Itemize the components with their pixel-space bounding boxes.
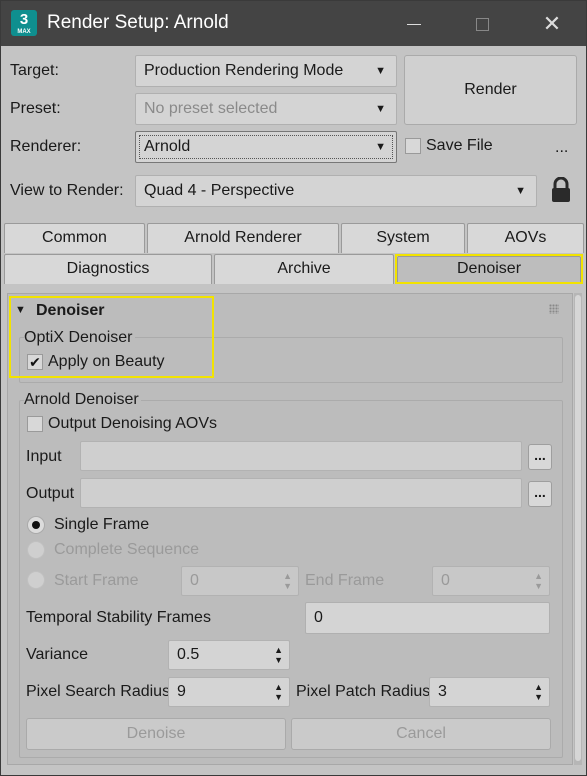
close-icon: ✕ xyxy=(542,11,562,36)
tab-common[interactable]: Common xyxy=(4,223,145,253)
cancel-button[interactable]: Cancel xyxy=(291,718,551,750)
chevron-down-icon: ▼ xyxy=(375,141,386,153)
temporal-stability-label: Temporal Stability Frames xyxy=(26,609,211,626)
target-value: Production Rendering Mode xyxy=(144,62,344,79)
pixel-patch-radius-label: Pixel Patch Radius xyxy=(296,683,431,700)
spinner-arrows-icon: ▲ ▼ xyxy=(283,571,292,591)
scrollbar-thumb[interactable] xyxy=(575,295,581,761)
chevron-down-icon: ▼ xyxy=(375,65,386,77)
focus-outline xyxy=(139,135,393,159)
variance-value: 0.5 xyxy=(177,646,200,663)
view-to-render-label: View to Render: xyxy=(10,182,124,199)
maximize-icon xyxy=(475,17,489,31)
target-label: Target: xyxy=(10,62,59,79)
app-icon: 3 MAX xyxy=(11,10,37,36)
start-frame-label: Start Frame xyxy=(54,572,139,589)
preset-dropdown[interactable]: No preset selected ▼ xyxy=(135,93,397,125)
spinner-arrows-icon: ▲ ▼ xyxy=(274,682,283,702)
start-frame-radio[interactable] xyxy=(27,571,45,589)
tab-aovs[interactable]: AOVs xyxy=(467,223,584,253)
complete-sequence-radio[interactable] xyxy=(27,541,45,559)
maximize-button[interactable] xyxy=(459,1,505,46)
output-path-field[interactable] xyxy=(80,478,522,508)
end-frame-label: End Frame xyxy=(305,572,385,589)
complete-sequence-label: Complete Sequence xyxy=(54,541,199,558)
spinner-arrows-icon: ▲ ▼ xyxy=(534,571,543,591)
tab-arnold-renderer[interactable]: Arnold Renderer xyxy=(147,223,339,253)
minimize-button[interactable] xyxy=(391,1,437,46)
view-value: Quad 4 - Perspective xyxy=(144,182,295,199)
variance-label: Variance xyxy=(26,646,88,663)
title-bar[interactable]: 3 MAX Render Setup: Arnold ✕ xyxy=(1,1,586,46)
temporal-stability-dropdown[interactable]: 0 xyxy=(305,602,550,634)
save-file-label: Save File xyxy=(426,137,493,154)
view-to-render-dropdown[interactable]: Quad 4 - Perspective ▼ xyxy=(135,175,537,207)
tab-highlight-box xyxy=(395,254,583,284)
input-browse-button[interactable]: ... xyxy=(528,444,552,470)
single-frame-radio[interactable] xyxy=(27,516,45,534)
tab-archive[interactable]: Archive xyxy=(214,254,394,284)
pixel-search-radius-spinner[interactable]: 9 ▲ ▼ xyxy=(168,677,290,707)
chevron-down-icon: ▼ xyxy=(515,185,526,197)
output-aovs-checkbox[interactable] xyxy=(27,416,43,432)
target-dropdown[interactable]: Production Rendering Mode ▼ xyxy=(135,55,397,87)
chevron-down-icon: ▼ xyxy=(375,103,386,115)
start-frame-value: 0 xyxy=(190,572,199,589)
rollout-grip-icon[interactable] xyxy=(549,304,559,314)
minimize-icon xyxy=(407,23,421,25)
start-frame-spinner[interactable]: 0 ▲ ▼ xyxy=(181,566,299,596)
output-label: Output xyxy=(26,485,75,502)
arnold-group-title: Arnold Denoiser xyxy=(24,391,141,409)
preset-label: Preset: xyxy=(10,100,61,117)
input-path-field[interactable] xyxy=(80,441,522,471)
output-aovs-label: Output Denoising AOVs xyxy=(48,415,217,432)
app-icon-sub: MAX xyxy=(17,29,31,35)
single-frame-label: Single Frame xyxy=(54,516,150,533)
pixel-search-radius-label: Pixel Search Radius xyxy=(26,683,171,700)
close-button[interactable]: ✕ xyxy=(529,1,575,46)
renderer-label: Renderer: xyxy=(10,138,82,155)
renderer-dropdown[interactable]: Arnold ▼ xyxy=(135,131,397,163)
save-file-checkbox[interactable] xyxy=(405,138,421,154)
pixel-patch-radius-spinner[interactable]: 3 ▲ ▼ xyxy=(429,677,550,707)
window-title: Render Setup: Arnold xyxy=(47,12,229,33)
panel-scrollbar[interactable] xyxy=(574,293,582,765)
pixel-search-radius-value: 9 xyxy=(177,683,186,700)
preset-placeholder: No preset selected xyxy=(144,100,278,117)
spinner-arrows-icon: ▲ ▼ xyxy=(274,645,283,665)
pixel-patch-radius-value: 3 xyxy=(438,683,447,700)
tab-diagnostics[interactable]: Diagnostics xyxy=(4,254,212,284)
render-setup-window: 3 MAX Render Setup: Arnold ✕ Target: Pro… xyxy=(0,0,587,776)
render-button[interactable]: Render xyxy=(404,55,577,125)
input-label: Input xyxy=(26,448,62,465)
temporal-stability-value: 0 xyxy=(314,609,323,626)
optix-highlight-box xyxy=(9,296,214,378)
spinner-arrows-icon: ▲ ▼ xyxy=(534,682,543,702)
lock-icon[interactable] xyxy=(550,177,572,203)
end-frame-value: 0 xyxy=(441,572,450,589)
output-browse-button[interactable]: ... xyxy=(528,481,552,507)
tab-system[interactable]: System xyxy=(341,223,465,253)
denoise-button[interactable]: Denoise xyxy=(26,718,286,750)
more-options-button[interactable]: ... xyxy=(555,139,568,157)
app-icon-number: 3 xyxy=(19,11,29,28)
variance-spinner[interactable]: 0.5 ▲ ▼ xyxy=(168,640,290,670)
end-frame-spinner[interactable]: 0 ▲ ▼ xyxy=(432,566,550,596)
